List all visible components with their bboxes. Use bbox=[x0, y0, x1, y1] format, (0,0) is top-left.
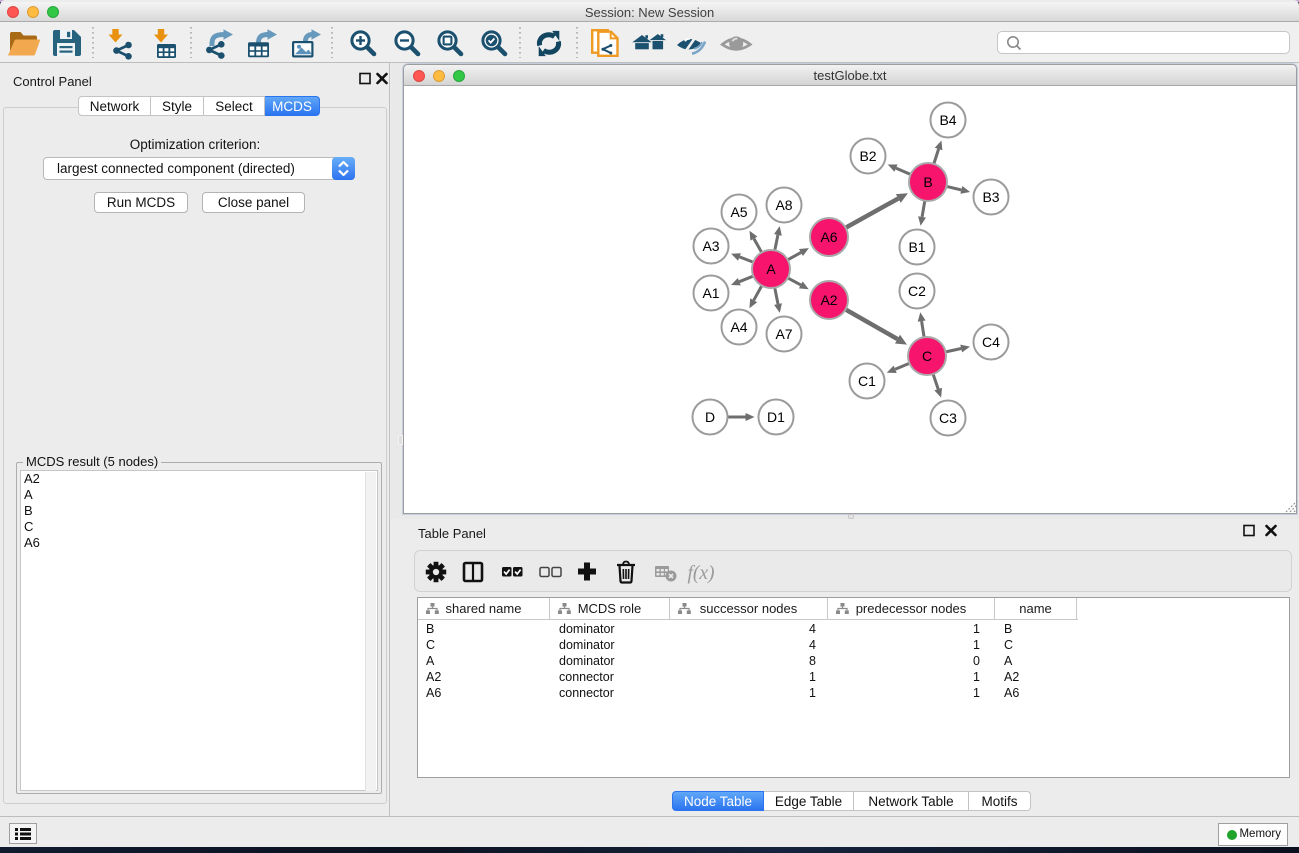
svg-text:A2: A2 bbox=[820, 292, 837, 308]
svg-text:A5: A5 bbox=[730, 204, 747, 220]
svg-text:A4: A4 bbox=[730, 319, 747, 335]
svg-text:D1: D1 bbox=[767, 409, 785, 425]
svg-text:B3: B3 bbox=[982, 189, 999, 205]
svg-text:A: A bbox=[766, 261, 776, 277]
svg-text:A8: A8 bbox=[775, 197, 792, 213]
svg-text:D: D bbox=[705, 409, 715, 425]
svg-text:B: B bbox=[923, 174, 932, 190]
svg-text:B1: B1 bbox=[908, 239, 925, 255]
svg-text:C2: C2 bbox=[908, 283, 926, 299]
svg-text:C: C bbox=[922, 348, 932, 364]
svg-text:f(x): f(x) bbox=[687, 563, 714, 584]
svg-text:A6: A6 bbox=[820, 229, 837, 245]
svg-text:C3: C3 bbox=[939, 410, 957, 426]
svg-text:A1: A1 bbox=[702, 285, 719, 301]
svg-text:C1: C1 bbox=[858, 373, 876, 389]
svg-text:C4: C4 bbox=[982, 334, 1000, 350]
svg-text:A7: A7 bbox=[775, 326, 792, 342]
svg-text:B4: B4 bbox=[939, 112, 956, 128]
svg-text:B2: B2 bbox=[859, 148, 876, 164]
svg-text:A3: A3 bbox=[702, 238, 719, 254]
